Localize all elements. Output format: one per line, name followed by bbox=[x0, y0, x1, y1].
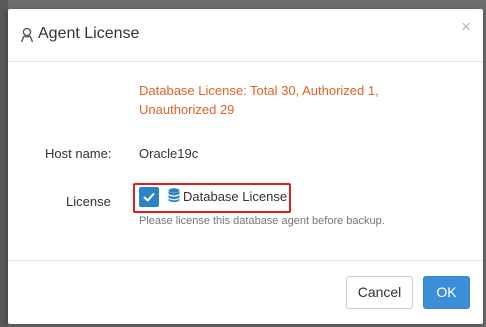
license-label: License bbox=[66, 194, 111, 209]
agent-icon bbox=[20, 27, 34, 43]
database-license-checkbox[interactable] bbox=[139, 187, 159, 207]
host-name-label: Host name: bbox=[45, 146, 112, 161]
dialog-body: Database License: Total 30, Authorized 1… bbox=[8, 62, 483, 303]
checkmark-icon bbox=[143, 193, 155, 202]
cancel-button[interactable]: Cancel bbox=[346, 276, 413, 309]
dialog-title: Agent License bbox=[38, 25, 140, 42]
dialog-header: Agent License × bbox=[8, 9, 483, 62]
close-button[interactable]: × bbox=[461, 18, 471, 35]
dialog-footer: Cancel OK bbox=[8, 260, 483, 325]
host-name-value: Oracle19c bbox=[139, 146, 199, 161]
agent-license-dialog: Agent License × Database License: Total … bbox=[8, 9, 483, 324]
license-summary: Database License: Total 30, Authorized 1… bbox=[139, 83, 379, 117]
database-icon bbox=[168, 188, 180, 203]
backdrop bbox=[0, 0, 8, 327]
license-help-text: Please license this database agent befor… bbox=[139, 215, 385, 227]
database-license-option[interactable]: Database License bbox=[183, 189, 287, 204]
ok-button[interactable]: OK bbox=[423, 276, 470, 309]
